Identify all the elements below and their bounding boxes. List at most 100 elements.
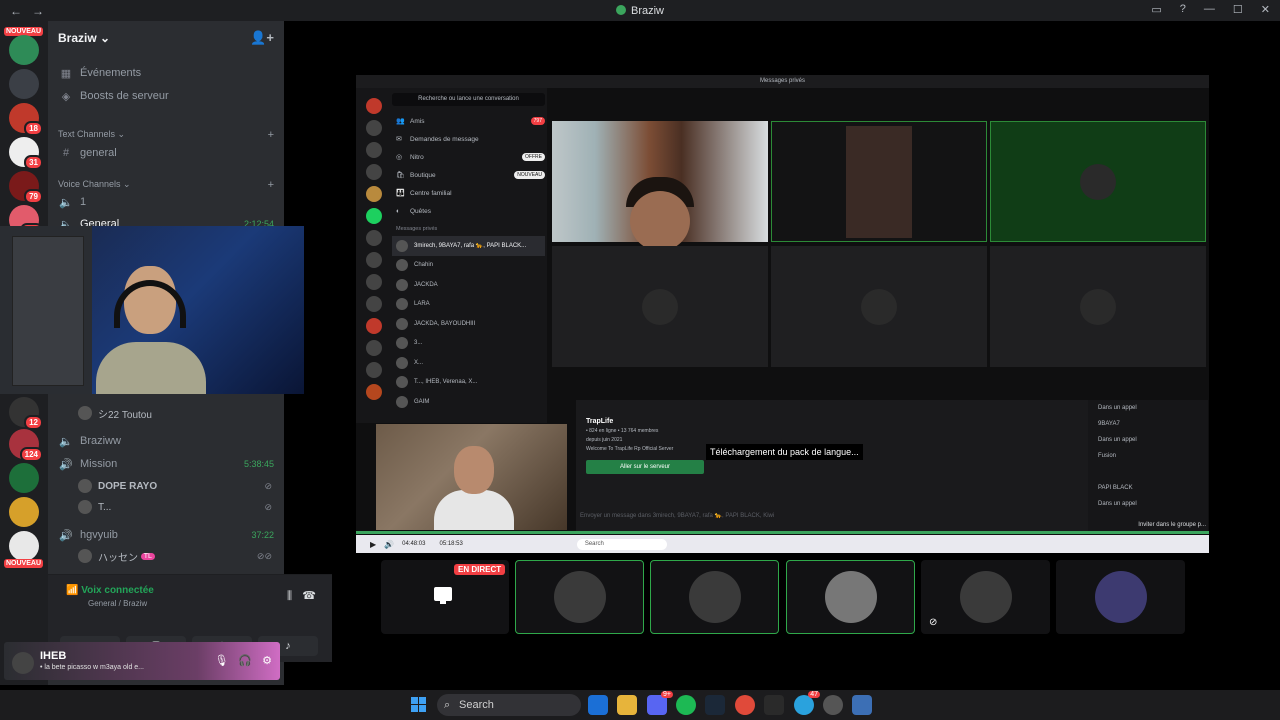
server-icon[interactable]: 18 [9, 103, 43, 136]
avatar [861, 288, 897, 325]
voice-channel-hgvyuib[interactable]: 🔊 hgvyuib 37:22 [58, 525, 274, 545]
inner-message-input[interactable]: Envoyer un message dans 3mirech, 9BAYA7,… [576, 505, 1096, 525]
spotify-icon[interactable] [676, 695, 696, 715]
window-controls: ▭ ? — ☐ ✕ [1151, 3, 1270, 16]
video-progress-bar[interactable] [356, 531, 1209, 534]
g-app-icon[interactable] [764, 695, 784, 715]
dm-item[interactable]: JACKDA, BAYOUDHIII [392, 314, 545, 334]
boosts-item[interactable]: ◈ Boosts de serveur [58, 86, 274, 106]
server-icon[interactable]: 79 [9, 171, 43, 204]
disconnect-icon[interactable]: ☎ [302, 589, 316, 602]
custom-status: • la bete picasso w m3aya old e... [40, 664, 145, 671]
participant-tile[interactable] [1056, 560, 1185, 634]
dm-item[interactable]: GAIM [392, 392, 545, 412]
server-icon[interactable] [9, 531, 39, 561]
voice-user[interactable]: DOPE RAYO ⊘ [78, 476, 272, 496]
discord-icon[interactable]: 9+ [647, 691, 673, 715]
dm-item[interactable]: X... [392, 353, 545, 373]
participant-tile[interactable] [515, 560, 644, 634]
dm-item[interactable]: LARA [392, 295, 545, 315]
server-icon[interactable]: 31 [9, 137, 43, 170]
user-controls: 🎙 🎧 ⚙ [214, 654, 272, 667]
dm-item[interactable]: T..., IHEB, Verenaa, X... [392, 373, 545, 393]
settings-icon[interactable]: ⚙ [262, 654, 272, 667]
steam-icon[interactable] [705, 695, 725, 715]
participant-tile[interactable] [786, 560, 915, 634]
server-icon[interactable]: 12 [9, 397, 43, 430]
dm-item[interactable]: JACKDA [392, 275, 545, 295]
voice-channels-category[interactable]: Voice Channels ⌄ + [58, 179, 274, 191]
help-icon[interactable]: ? [1180, 3, 1186, 16]
dm-item[interactable]: 3... [392, 334, 545, 354]
server-header[interactable]: Braziw ⌄ 👤+ [48, 21, 284, 54]
avatar [78, 500, 92, 514]
participant-tile[interactable]: ⊘ [921, 560, 1050, 634]
live-badge: EN DIRECT [454, 564, 506, 575]
voice-channel-braziww[interactable]: 🔈 Braziww [58, 431, 274, 451]
menu-family-center[interactable]: 👪 Centre familial [392, 184, 545, 202]
menu-quests[interactable]: ◐ Quêtes [392, 202, 545, 220]
windows-start-icon[interactable] [411, 697, 427, 713]
username: IHEB [40, 650, 67, 662]
video-tile[interactable] [771, 246, 987, 367]
server-icon[interactable] [9, 35, 39, 65]
join-server-button[interactable]: Aller sur le serveur [586, 460, 704, 474]
text-channels-category[interactable]: Text Channels ⌄ + [58, 129, 274, 141]
avatar [396, 239, 408, 252]
inbox-icon[interactable]: ▭ [1151, 3, 1161, 16]
menu-nitro[interactable]: ◎ Nitro OFFRE [392, 148, 545, 166]
invite-to-group-button[interactable]: Inviter dans le groupe p... [1138, 522, 1206, 528]
video-tile[interactable] [552, 246, 768, 367]
taskbar-search[interactable]: ⌕ Search [437, 694, 581, 716]
folder-icon[interactable] [617, 695, 637, 715]
video-tile[interactable] [771, 121, 987, 242]
volume-icon[interactable]: 🔊 [384, 540, 394, 549]
voice-channel-mission[interactable]: 🔊 Mission 5:38:45 [58, 454, 274, 474]
avatar[interactable] [12, 652, 34, 674]
add-channel-icon[interactable]: + [268, 129, 274, 141]
headphones-icon[interactable]: 🎧 [238, 654, 252, 667]
telegram-icon[interactable]: 47 [794, 691, 820, 715]
minimize-button[interactable]: — [1204, 3, 1215, 16]
avatar [78, 549, 92, 563]
dm-item[interactable]: Chahin [392, 256, 545, 276]
shop-icon: 🛍 [396, 172, 405, 179]
participant-tile[interactable] [650, 560, 779, 634]
video-tile[interactable] [990, 121, 1206, 242]
os-taskbar: ⌕ Search 9+ 47 [0, 690, 1280, 720]
server-icon[interactable]: 124 [9, 429, 43, 462]
dm-item[interactable]: 3mirech, 9BAYA7, rafa 🐆, PAPI BLACK... [392, 236, 545, 256]
user-panel: IHEB • la bete picasso w m3aya old e... … [4, 642, 280, 680]
inner-search[interactable]: Recherche ou lance une conversation [392, 93, 545, 106]
menu-friends[interactable]: 👥 Amis 797 [392, 112, 545, 130]
mail-icon: ✉ [396, 136, 402, 143]
microphone-icon[interactable]: 🎙 [214, 654, 228, 667]
chrome-icon[interactable] [735, 695, 755, 715]
calendar-icon: ▦ [60, 67, 72, 80]
voice-user[interactable]: T... ⊘ [78, 497, 272, 517]
add-channel-icon[interactable]: + [268, 179, 274, 191]
settings-gear-icon[interactable] [852, 695, 872, 715]
play-icon[interactable]: ▶ [370, 540, 376, 549]
noise-suppression-icon[interactable]: ⫼ [287, 590, 292, 603]
events-item[interactable]: ▦ Événements [58, 63, 274, 83]
video-tile[interactable] [552, 121, 768, 251]
avatar [688, 571, 741, 623]
server-icon-goat[interactable] [9, 69, 39, 99]
server-icon[interactable] [9, 497, 39, 527]
menu-message-requests[interactable]: ✉ Demandes de message [392, 130, 545, 148]
video-tile[interactable] [990, 246, 1206, 367]
nitro-icon: ◎ [396, 154, 403, 161]
close-button[interactable]: ✕ [1261, 3, 1270, 16]
menu-shop[interactable]: 🛍 Boutique NOUVEAU [392, 166, 545, 184]
invite-user-icon[interactable]: 👤+ [250, 30, 274, 46]
voice-user[interactable]: ハッセン TL ⊘⊘ [78, 546, 272, 566]
app-icon[interactable] [823, 695, 843, 715]
voice-user[interactable]: シ22 Toutou [78, 403, 272, 423]
voice-channel-1[interactable]: 🔈 1 [58, 192, 274, 212]
server-icon[interactable] [9, 463, 39, 493]
maximize-button[interactable]: ☐ [1233, 3, 1243, 16]
store-icon[interactable] [588, 695, 608, 715]
channel-general[interactable]: # general [58, 143, 274, 163]
chevron-down-icon: ⌄ [100, 30, 111, 45]
